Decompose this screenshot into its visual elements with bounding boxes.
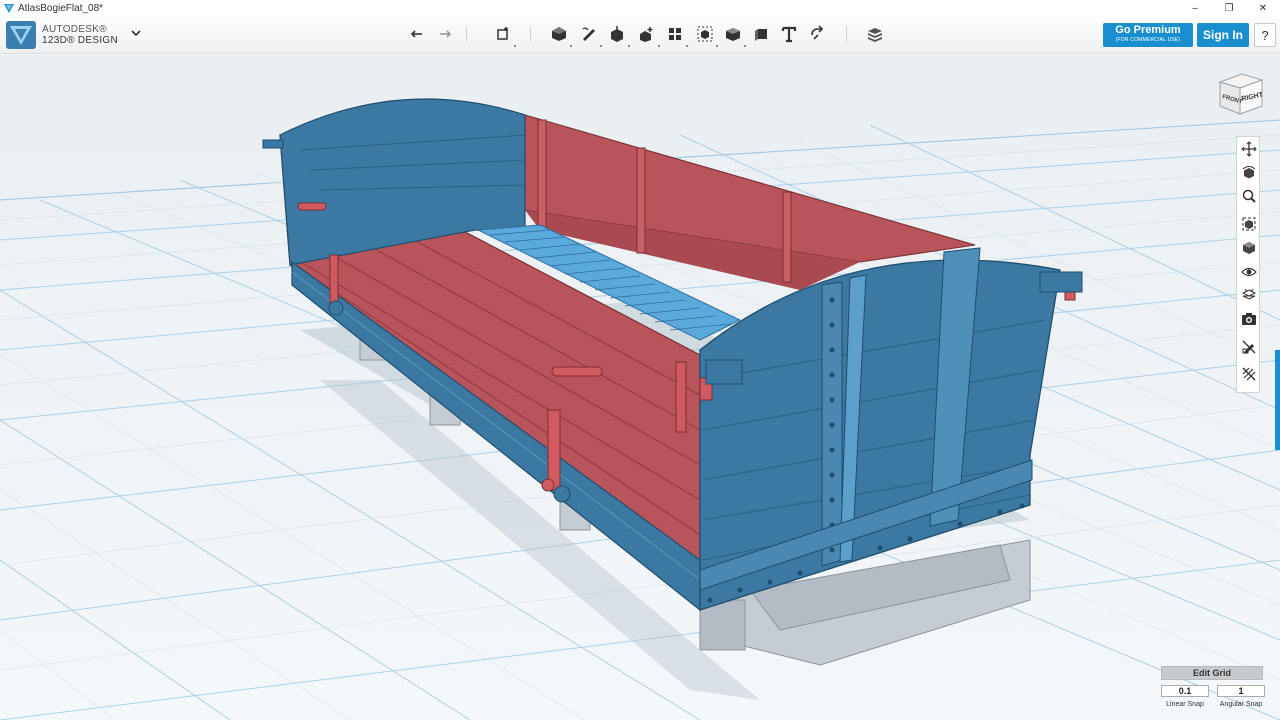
sign-in-button[interactable]: Sign In	[1197, 23, 1249, 47]
views-icon	[1243, 242, 1255, 254]
toolbar-separator	[530, 26, 531, 42]
materials-outline-button[interactable]	[1239, 285, 1259, 305]
go-premium-sublabel: (FOR COMMERCIAL USE)	[1115, 37, 1181, 43]
grid-panel: Edit Grid 0.1 Linear Snap 1 Angular Snap	[1161, 666, 1265, 716]
construct-button[interactable]	[606, 23, 628, 45]
redo-button[interactable]	[434, 23, 456, 45]
pattern-button[interactable]	[664, 23, 686, 45]
transform-icon	[497, 27, 508, 40]
main-toolbar: AUTODESK® 123D® DESIGN Go Premium (FOR C…	[0, 16, 1280, 54]
linear-snap-input[interactable]: 0.1	[1161, 685, 1209, 697]
zoom-icon	[1242, 189, 1256, 203]
construct-icon	[611, 26, 623, 42]
text-button[interactable]	[778, 23, 800, 45]
toolbar-separator	[846, 26, 847, 42]
combine-icon	[726, 28, 740, 41]
scene-canvas[interactable]	[0, 55, 1280, 720]
camera-button[interactable]	[1239, 309, 1259, 329]
grouping-icon	[697, 26, 713, 42]
pan-icon	[1241, 141, 1257, 157]
sketch-icon	[582, 27, 595, 41]
edit-grid-button[interactable]: Edit Grid	[1161, 666, 1263, 680]
material-button[interactable]	[864, 23, 886, 45]
title-bar: AtlasBogieFlat_08* – ❐ ✕	[0, 0, 1280, 16]
camera-icon	[1242, 313, 1256, 325]
brand-area[interactable]: AUTODESK® 123D® DESIGN	[6, 21, 118, 49]
viewcube[interactable]: FRONT RIGHT	[1212, 68, 1266, 120]
navigation-bar	[1236, 136, 1260, 393]
undo-button[interactable]	[406, 23, 428, 45]
hide-sketch-button[interactable]	[1239, 337, 1259, 357]
text-icon	[781, 26, 797, 43]
visibility-button[interactable]	[1239, 262, 1259, 282]
orbit-button[interactable]	[1239, 163, 1259, 183]
undo-icon	[410, 30, 422, 38]
sketch-button[interactable]	[578, 23, 600, 45]
hide-sketch-icon	[1242, 340, 1256, 354]
grouping-button[interactable]	[694, 23, 716, 45]
hide-mesh-button[interactable]	[1239, 364, 1259, 384]
side-panel-tab[interactable]	[1275, 350, 1280, 450]
go-premium-label: Go Premium	[1115, 24, 1181, 36]
app-icon	[4, 4, 14, 13]
window-title: AtlasBogieFlat_08*	[18, 2, 104, 14]
go-premium-button[interactable]: Go Premium (FOR COMMERCIAL USE)	[1103, 23, 1193, 47]
angular-snap-label: Angular Snap	[1219, 701, 1263, 708]
fit-button[interactable]	[1239, 214, 1259, 234]
primitives-button[interactable]	[548, 23, 570, 45]
modify-button[interactable]	[636, 23, 658, 45]
material-icon	[868, 28, 882, 42]
angular-snap-input[interactable]: 1	[1217, 685, 1265, 697]
materials-outline-icon	[1241, 288, 1257, 300]
pattern-icon	[669, 28, 681, 40]
hide-mesh-icon	[1242, 367, 1256, 381]
fit-icon	[1242, 217, 1256, 231]
views-button[interactable]	[1239, 238, 1259, 258]
modify-icon	[640, 27, 653, 42]
pan-button[interactable]	[1239, 139, 1259, 159]
transform-button[interactable]	[492, 23, 514, 45]
redo-icon	[440, 30, 452, 38]
orbit-icon	[1242, 166, 1256, 179]
3d-viewport[interactable]: FRONT RIGHT	[0, 55, 1280, 720]
brand-line-2: 123D® DESIGN	[42, 35, 118, 46]
measure-icon	[755, 29, 767, 41]
combine-button[interactable]	[722, 23, 744, 45]
primitives-icon	[552, 27, 566, 41]
zoom-button[interactable]	[1239, 186, 1259, 206]
autodesk-logo-icon	[6, 21, 36, 49]
measure-button[interactable]	[750, 23, 772, 45]
visibility-icon	[1241, 267, 1257, 277]
snap-icon	[811, 25, 824, 40]
linear-snap-label: Linear Snap	[1166, 701, 1204, 708]
maximize-button[interactable]: ❐	[1212, 0, 1246, 16]
chevron-down-icon[interactable]	[130, 28, 142, 38]
snap-button[interactable]	[806, 23, 828, 45]
toolbar-separator	[466, 26, 467, 42]
close-button[interactable]: ✕	[1246, 0, 1280, 16]
help-button[interactable]: ?	[1254, 23, 1276, 47]
minimize-button[interactable]: –	[1178, 0, 1212, 16]
brand-line-1: AUTODESK®	[42, 24, 107, 35]
